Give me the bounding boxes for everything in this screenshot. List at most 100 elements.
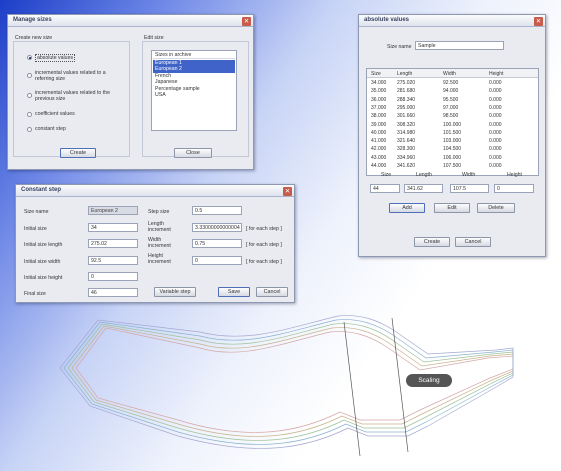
- final-size-field[interactable]: 46: [88, 288, 138, 297]
- column-header-width[interactable]: Width: [443, 71, 456, 77]
- width-increment-label-2: increment: [148, 243, 171, 249]
- radio-button[interactable]: [27, 127, 32, 132]
- list-item[interactable]: USA: [153, 92, 235, 99]
- table-cell: 0.000: [489, 104, 502, 111]
- table-row[interactable]: 36.000 288.340 95.500 0.000: [367, 97, 538, 105]
- length-input[interactable]: 341.62: [404, 184, 443, 193]
- cancel-button[interactable]: Cancel: [256, 287, 288, 297]
- radio-label: constant step: [35, 126, 66, 132]
- input-label-height: Height: [507, 172, 522, 178]
- table-cell: 0.000: [489, 80, 502, 86]
- table-row[interactable]: 41.000 321.640 103.000 0.000: [367, 138, 538, 146]
- table-row[interactable]: 39.000 308.320 100.000 0.000: [367, 122, 538, 130]
- radio-button[interactable]: [27, 93, 32, 98]
- create-button[interactable]: Create: [60, 148, 96, 158]
- table-cell: 0.000: [489, 96, 502, 103]
- table-cell: 308.320: [397, 121, 416, 128]
- height-increment-label-2: increment: [148, 259, 171, 265]
- table-cell: 100.000: [443, 121, 462, 128]
- table-cell: 341.620: [397, 163, 416, 169]
- input-label-width: Width: [462, 172, 476, 178]
- initial-length-field[interactable]: 275.02: [88, 239, 138, 248]
- table-cell: 334.960: [397, 154, 416, 161]
- step-size-field[interactable]: 0.5: [192, 206, 242, 215]
- table-row[interactable]: 37.000 295.000 97.000 0.000: [367, 105, 538, 113]
- table-cell: 295.000: [397, 104, 416, 111]
- width-input[interactable]: 107.5: [450, 184, 489, 193]
- constant-step-titlebar[interactable]: Constant step ✕: [16, 185, 294, 197]
- table-cell: 39.000: [371, 121, 387, 128]
- table-cell: 0.000: [489, 154, 502, 161]
- size-name-field[interactable]: Sample: [415, 41, 504, 50]
- table-row[interactable]: 40.000 314.980 101.500 0.000: [367, 130, 538, 138]
- radio-button[interactable]: [27, 112, 32, 117]
- table-cell: 103.000: [443, 138, 462, 145]
- delete-button[interactable]: Delete: [477, 203, 515, 213]
- table-cell: 35.000: [371, 88, 387, 95]
- radio-label: absolute values: [35, 54, 76, 62]
- table-cell: 0.000: [489, 146, 502, 153]
- edit-size-heading: Edit size: [143, 35, 165, 41]
- table-cell: 106.000: [443, 154, 462, 161]
- table-cell: 0.000: [489, 121, 502, 128]
- column-header-size[interactable]: Size: [371, 71, 381, 77]
- table-cell: 98.500: [443, 113, 459, 120]
- length-increment-field[interactable]: 3.33000000000004: [192, 223, 242, 232]
- add-button[interactable]: Add: [389, 203, 425, 213]
- table-cell: 44.000: [371, 163, 387, 169]
- table-row[interactable]: 38.000 301.660 98.500 0.000: [367, 113, 538, 121]
- table-cell: 328.300: [397, 146, 416, 153]
- input-label-length: Length: [416, 172, 432, 178]
- table-cell: 36.000: [371, 96, 387, 103]
- sizes-listbox[interactable]: Sizes in archive European 1 European 2 F…: [151, 50, 237, 131]
- table-cell: 301.660: [397, 113, 416, 120]
- create-button[interactable]: Create: [414, 237, 450, 247]
- radio-button[interactable]: [27, 55, 32, 60]
- radio-label: incremental values related to a referrin…: [35, 70, 106, 82]
- absolute-values-titlebar[interactable]: absolute values ✕: [359, 15, 545, 27]
- save-button[interactable]: Save: [218, 287, 250, 297]
- column-header-height[interactable]: Height: [489, 71, 503, 77]
- initial-size-field[interactable]: 34: [88, 223, 138, 232]
- table-cell: 0.000: [489, 88, 502, 95]
- table-row[interactable]: 43.000 334.960 106.000 0.000: [367, 155, 538, 163]
- table-cell: 42.000: [371, 146, 387, 153]
- radio-label: incremental values related to the previo…: [35, 90, 110, 102]
- close-icon[interactable]: ✕: [283, 186, 292, 196]
- width-each-step-note: [ for each step ]: [246, 242, 282, 248]
- table-row[interactable]: 35.000 281.680 94.000 0.000: [367, 88, 538, 96]
- close-button[interactable]: Close: [174, 148, 212, 158]
- length-each-step-note: [ for each step ]: [246, 226, 282, 232]
- initial-width-label: Initial size width: [24, 259, 61, 265]
- variable-step-button[interactable]: Variable step: [154, 287, 196, 297]
- constant-step-dialog: Constant step ✕ Size name European 2 Ini…: [15, 184, 295, 303]
- table-cell: 321.640: [397, 138, 416, 145]
- width-increment-field[interactable]: 0.75: [192, 239, 242, 248]
- size-name-label: Size name: [24, 209, 49, 215]
- cancel-button[interactable]: Cancel: [455, 237, 491, 247]
- table-row[interactable]: 44.000 341.620 107.500 0.000: [367, 163, 538, 171]
- constant-step-title: Constant step: [21, 187, 62, 193]
- table-cell: 314.980: [397, 129, 416, 136]
- table-cell: 40.000: [371, 129, 387, 136]
- table-cell: 0.000: [489, 113, 502, 120]
- table-cell: 275.020: [397, 80, 416, 86]
- column-header-length[interactable]: Length: [397, 71, 412, 77]
- height-input[interactable]: 0: [494, 184, 534, 193]
- initial-width-field[interactable]: 92.5: [88, 256, 138, 265]
- table-row[interactable]: 34.000 275.020 92.500 0.000: [367, 80, 538, 88]
- table-cell: 43.000: [371, 154, 387, 161]
- initial-height-field[interactable]: 0: [88, 272, 138, 281]
- table-cell: 94.000: [443, 88, 459, 95]
- size-input[interactable]: 44: [370, 184, 400, 193]
- edit-button[interactable]: Edit: [434, 203, 470, 213]
- list-item: Sizes in archive: [153, 52, 235, 59]
- close-icon[interactable]: ✕: [534, 16, 543, 26]
- manage-sizes-titlebar[interactable]: Manage sizes ✕: [8, 15, 253, 27]
- table-cell: 41.000: [371, 138, 387, 145]
- table-row[interactable]: 42.000 328.300 104.500 0.000: [367, 146, 538, 154]
- radio-button[interactable]: [27, 73, 32, 78]
- table-cell: 0.000: [489, 129, 502, 136]
- height-increment-field[interactable]: 0: [192, 256, 242, 265]
- close-icon[interactable]: ✕: [242, 16, 251, 26]
